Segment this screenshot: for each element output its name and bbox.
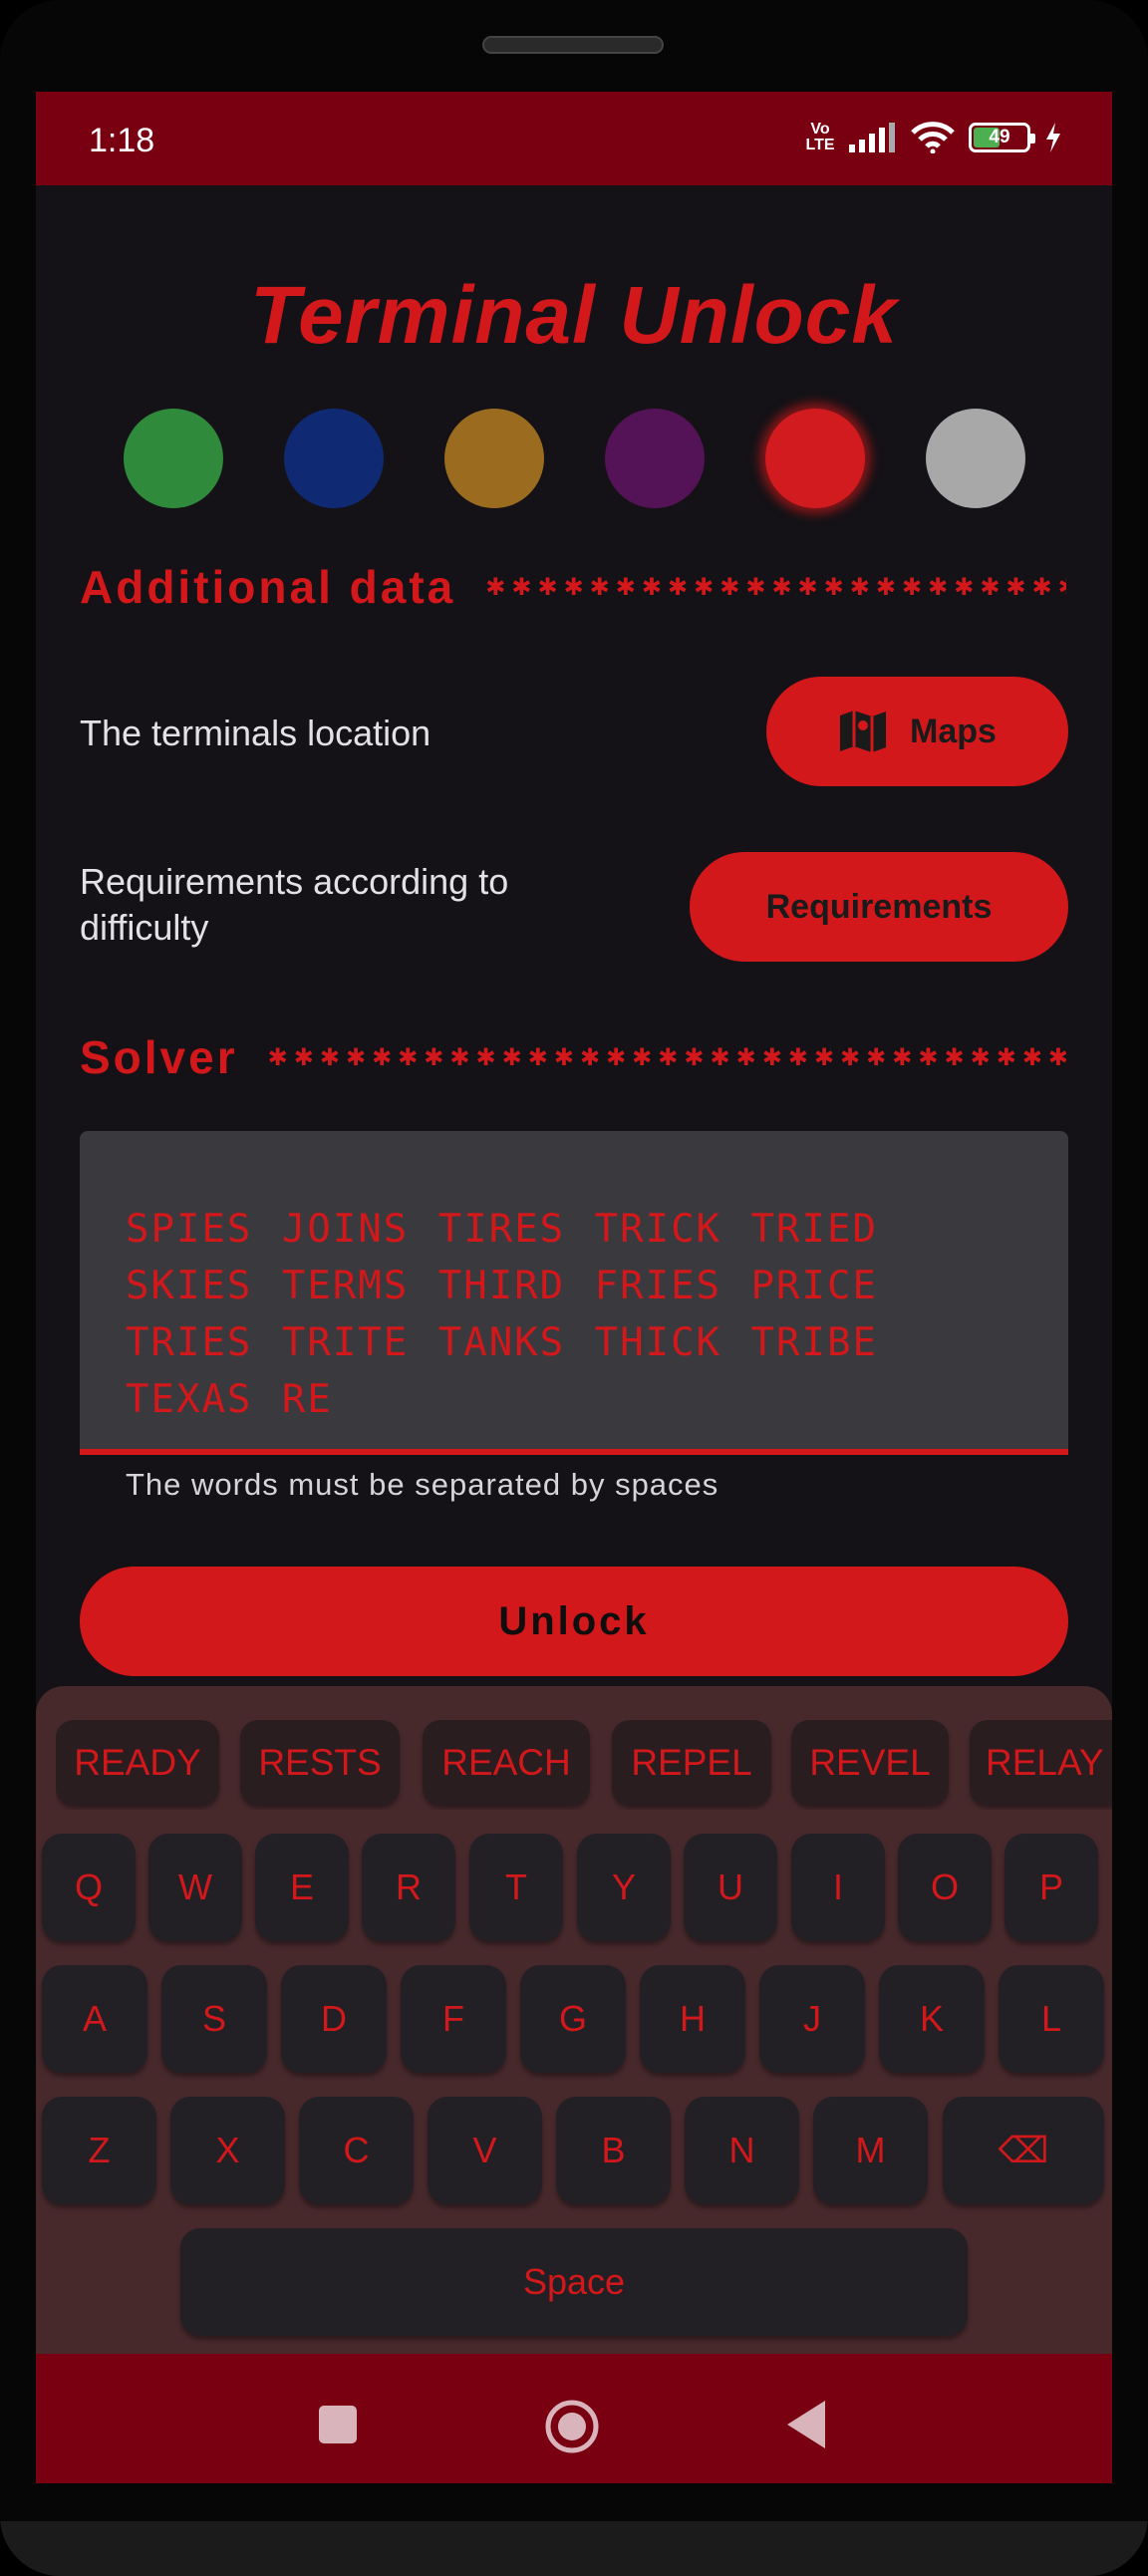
key-j[interactable]: J	[759, 1965, 865, 2073]
key-b[interactable]: B	[556, 2097, 671, 2204]
volte-icon: Vo LTE	[805, 121, 835, 153]
key-e[interactable]: E	[255, 1834, 349, 1941]
color-dot-navy[interactable]	[284, 409, 384, 508]
key-a[interactable]: A	[42, 1965, 147, 2073]
key-l[interactable]: L	[999, 1965, 1104, 2073]
key-p[interactable]: P	[1004, 1834, 1098, 1941]
charging-icon	[1046, 123, 1060, 152]
color-dot-gray[interactable]	[926, 409, 1025, 508]
suggestion-chip[interactable]: REACH	[423, 1720, 590, 1806]
requirements-label-line1: Requirements according to	[80, 861, 509, 902]
signal-icon	[849, 123, 895, 152]
key-u[interactable]: U	[684, 1834, 777, 1941]
key-x[interactable]: X	[170, 2097, 285, 2204]
divider-dots: ✱✱✱✱✱✱✱✱✱✱✱✱✱✱✱✱✱✱✱✱✱✱✱✱✱✱✱✱✱✱✱✱✱✱✱✱✱✱✱✱	[485, 573, 1066, 601]
color-dot-green[interactable]	[124, 409, 223, 508]
recents-button[interactable]	[319, 2406, 357, 2443]
maps-button[interactable]: Maps	[766, 677, 1068, 786]
phone-frame: 1:18 Vo LTE 49 Terminal Unlock Additiona…	[0, 0, 1148, 2576]
battery-icon: 49	[969, 123, 1035, 152]
key-i[interactable]: I	[791, 1834, 885, 1941]
space-key[interactable]: Space	[180, 2228, 968, 2336]
screen: 1:18 Vo LTE 49 Terminal Unlock Additiona…	[36, 92, 1112, 2483]
key-n[interactable]: N	[685, 2097, 799, 2204]
backspace-icon: ⌫	[998, 2130, 1049, 2170]
phone-bottom-bezel	[0, 2521, 1148, 2576]
solver-words-value: SPIES JOINS TIRES TRICK TRIED SKIES TERM…	[126, 1207, 878, 1422]
color-dot-amber[interactable]	[444, 409, 544, 508]
home-button[interactable]	[544, 2399, 600, 2454]
battery-level: 49	[989, 127, 1010, 147]
key-c[interactable]: C	[299, 2097, 414, 2204]
key-y[interactable]: Y	[577, 1834, 671, 1941]
back-button[interactable]	[785, 2399, 827, 2450]
status-time: 1:18	[89, 122, 155, 159]
key-g[interactable]: G	[520, 1965, 626, 2073]
section-title-solver: Solver	[80, 1031, 238, 1083]
earpiece-speaker	[482, 36, 664, 54]
solver-helper-text: The words must be separated by spaces	[126, 1467, 719, 1502]
suggestion-chip[interactable]: RELAY	[970, 1720, 1112, 1806]
suggestion-chip[interactable]: REPEL	[612, 1720, 771, 1806]
key-k[interactable]: K	[879, 1965, 985, 2073]
requirements-label: Requirements according to difficulty	[80, 859, 508, 951]
solver-header: Solver ✱✱✱✱✱✱✱✱✱✱✱✱✱✱✱✱✱✱✱✱✱✱✱✱✱✱✱✱✱✱✱✱✱…	[80, 1030, 1066, 1084]
key-h[interactable]: H	[640, 1965, 745, 2073]
color-dot-red[interactable]	[765, 409, 865, 508]
maps-button-label: Maps	[910, 712, 997, 750]
key-w[interactable]: W	[148, 1834, 242, 1941]
suggestion-chip[interactable]: READY	[56, 1720, 219, 1806]
requirements-label-line2: difficulty	[80, 907, 209, 948]
additional-data-header: Additional data ✱✱✱✱✱✱✱✱✱✱✱✱✱✱✱✱✱✱✱✱✱✱✱✱…	[80, 560, 1066, 614]
navigation-bar	[36, 2354, 1112, 2483]
backspace-key[interactable]: ⌫	[943, 2097, 1104, 2204]
requirements-button[interactable]: Requirements	[690, 852, 1068, 962]
key-d[interactable]: D	[281, 1965, 387, 2073]
solver-words-input[interactable]: SPIES JOINS TIRES TRICK TRIED SKIES TERM…	[80, 1131, 1068, 1455]
status-icons: Vo LTE 49	[805, 122, 1062, 153]
location-label: The terminals location	[80, 713, 431, 753]
key-f[interactable]: F	[401, 1965, 506, 2073]
unlock-button-label: Unlock	[498, 1598, 650, 1643]
key-t[interactable]: T	[469, 1834, 563, 1941]
key-z[interactable]: Z	[42, 2097, 156, 2204]
key-r[interactable]: R	[362, 1834, 455, 1941]
color-dot-purple[interactable]	[605, 409, 705, 508]
section-title-additional: Additional data	[80, 561, 456, 613]
key-o[interactable]: O	[898, 1834, 992, 1941]
wifi-icon	[911, 122, 955, 153]
key-s[interactable]: S	[161, 1965, 267, 2073]
soft-keyboard: READY RESTS REACH REPEL REVEL RELAY Q W …	[36, 1686, 1112, 2354]
key-m[interactable]: M	[813, 2097, 928, 2204]
map-icon	[840, 711, 887, 752]
app-title: Terminal Unlock	[250, 270, 898, 361]
requirements-button-label: Requirements	[765, 887, 993, 926]
divider-dots: ✱✱✱✱✱✱✱✱✱✱✱✱✱✱✱✱✱✱✱✱✱✱✱✱✱✱✱✱✱✱✱✱✱✱✱✱✱✱✱✱…	[267, 1043, 1066, 1071]
suggestion-bar: READY RESTS REACH REPEL REVEL RELAY	[56, 1720, 1112, 1810]
suggestion-chip[interactable]: RESTS	[240, 1720, 400, 1806]
unlock-button[interactable]: Unlock	[80, 1567, 1068, 1676]
key-v[interactable]: V	[428, 2097, 542, 2204]
suggestion-chip[interactable]: REVEL	[791, 1720, 949, 1806]
status-bar: 1:18 Vo LTE 49	[36, 92, 1112, 185]
key-q[interactable]: Q	[42, 1834, 136, 1941]
